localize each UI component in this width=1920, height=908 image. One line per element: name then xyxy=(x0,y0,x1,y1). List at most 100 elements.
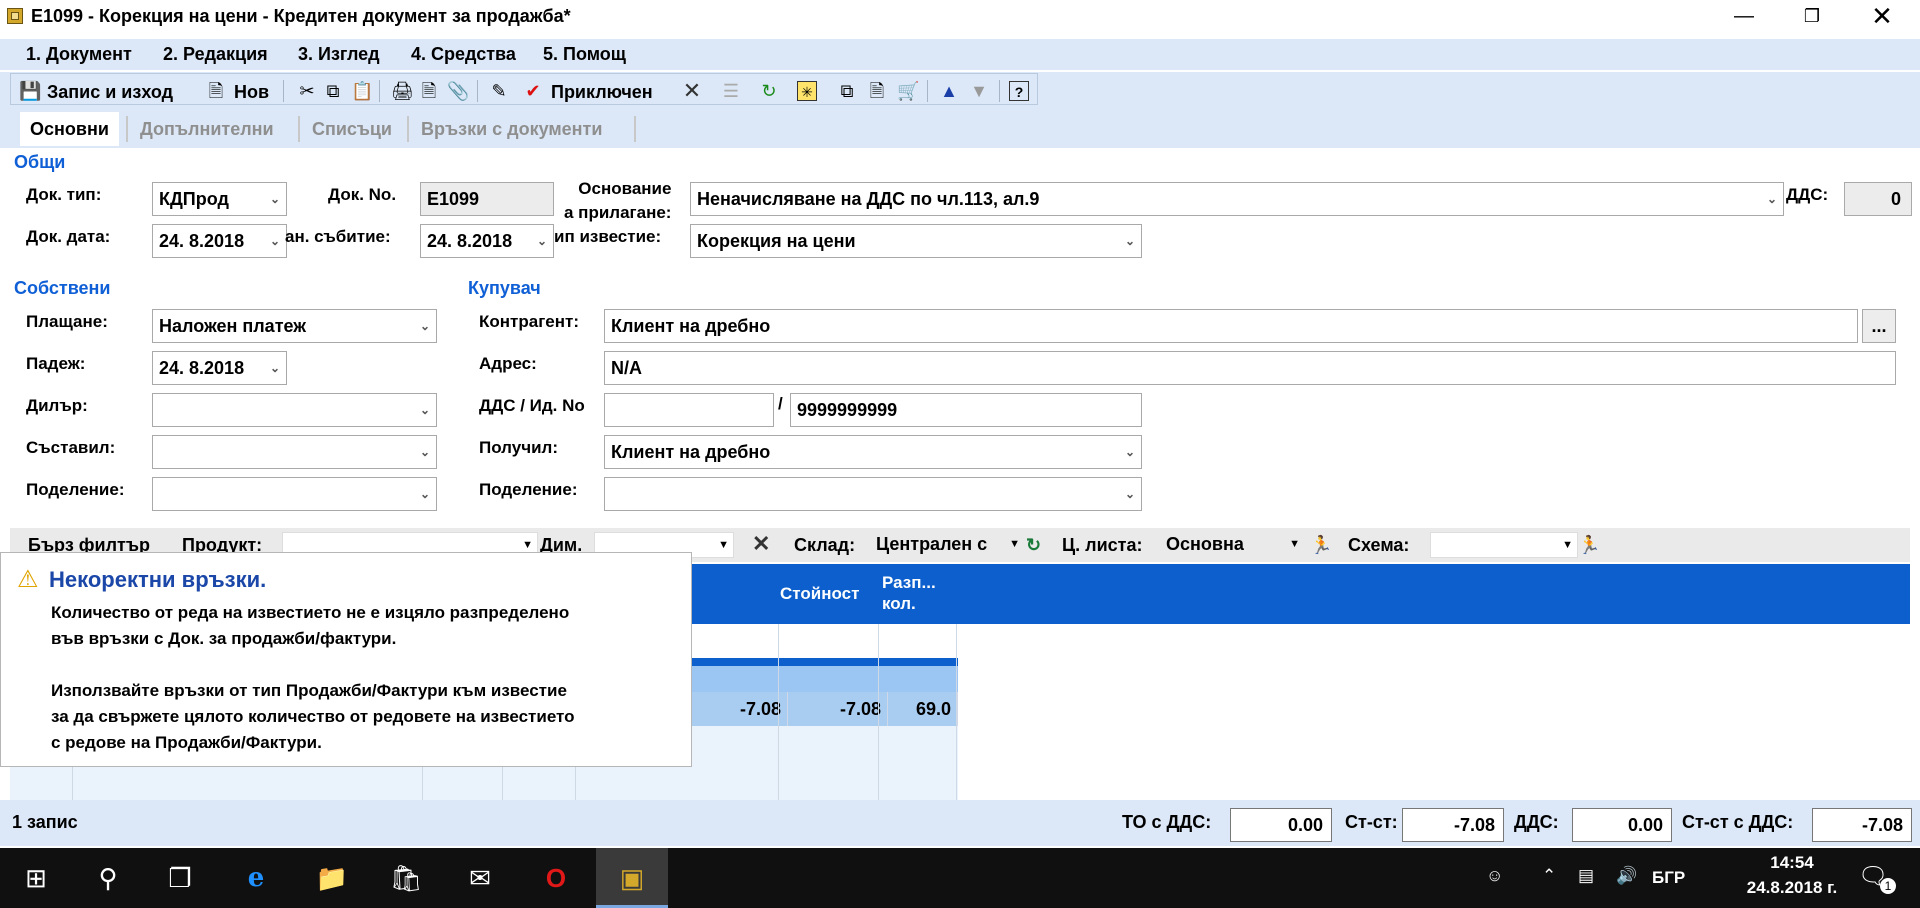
doc-no-field[interactable]: E1099 xyxy=(420,182,554,216)
id-no-value: 9999999999 xyxy=(797,400,898,420)
arrow-up-icon[interactable]: ▲ xyxy=(939,81,959,101)
input-language[interactable]: БГР xyxy=(1652,868,1685,888)
received-label: Получил: xyxy=(479,438,558,457)
warning-icon: ⚠ xyxy=(17,566,39,593)
clock-date[interactable]: 24.8.2018 г. xyxy=(1712,878,1872,898)
chevron-down-icon: ⌄ xyxy=(1124,487,1135,501)
search-icon[interactable]: ⚲ xyxy=(72,848,144,908)
due-date-label: Падеж: xyxy=(26,354,86,373)
print-preview-icon[interactable]: 🗎 xyxy=(419,81,439,101)
tab-lists[interactable]: Списъци xyxy=(302,112,402,146)
caret-down-icon: ▼ xyxy=(1009,538,1020,550)
show-hidden-icons-icon[interactable]: ⌃ xyxy=(1542,866,1556,886)
table-row[interactable]: -7.08 -7.08 69.0 xyxy=(692,692,958,726)
star-icon[interactable]: ✳ xyxy=(797,81,817,101)
menu-tools[interactable]: 4. Средства xyxy=(411,44,516,65)
id-no-field[interactable]: 9999999999 xyxy=(790,393,1142,427)
notice-type-select[interactable]: Корекция на цени ⌄ xyxy=(690,224,1142,258)
print-icon[interactable]: 🖨 xyxy=(391,81,414,101)
cost-value: -7.08 xyxy=(1402,808,1504,842)
basis-select[interactable]: Неначисляване на ДДС по чл.113, ал.9 ⌄ xyxy=(690,182,1784,216)
counterparty-field[interactable]: Клиент на дребно xyxy=(604,309,1858,343)
doc-date-value: 24. 8.2018 xyxy=(159,231,245,251)
cut-icon[interactable]: ✂ xyxy=(297,81,317,101)
task-view-icon[interactable]: ❐ xyxy=(144,848,216,908)
app-icon xyxy=(7,8,23,24)
cost-label: Ст-ст: xyxy=(1345,812,1398,832)
tab-additional[interactable]: Допълнителни xyxy=(130,112,284,146)
file-explorer-icon[interactable]: 📁 xyxy=(296,848,368,908)
chevron-down-icon: ⌄ xyxy=(1124,234,1135,248)
warning-popup: ⚠ Некоректни връзки. Количество от реда … xyxy=(0,552,692,767)
close-icon[interactable]: ✕ xyxy=(1853,0,1911,34)
own-division-select[interactable]: ⌄ xyxy=(152,477,437,511)
counterparty-browse-button[interactable]: ... xyxy=(1862,309,1896,343)
finished-button[interactable]: Приключен xyxy=(551,82,653,103)
clear-filter-icon[interactable]: ✕ xyxy=(752,531,770,557)
store-icon[interactable]: 🛍 xyxy=(370,848,442,908)
scheme-runner-icon[interactable]: 🏃 xyxy=(1578,535,1600,556)
volume-icon[interactable]: 🔊 xyxy=(1616,866,1637,886)
dist-qty-header-line1: Разп... xyxy=(882,573,936,592)
column-dist-qty-header[interactable]: Разп... кол. xyxy=(882,572,936,632)
menu-help[interactable]: 5. Помощ xyxy=(543,44,626,65)
dealer-select[interactable]: ⌄ xyxy=(152,393,437,427)
warehouse-filter[interactable]: Централен с ▼ xyxy=(872,532,1024,558)
status-bar: 1 запис ТО с ДДС: 0.00 Ст-ст: -7.08 ДДС:… xyxy=(0,800,1920,846)
mail-icon[interactable]: ✉ xyxy=(444,848,516,908)
refresh-icon[interactable]: ↻ xyxy=(759,81,779,101)
refresh-icon[interactable]: ↻ xyxy=(1026,535,1041,556)
save-exit-button[interactable]: Запис и изход xyxy=(47,82,173,103)
basis-value: Неначисляване на ДДС по чл.113, ал.9 xyxy=(697,189,1040,209)
tab-main[interactable]: Основни xyxy=(20,112,119,146)
erp-app-taskbar-icon[interactable]: ▣ xyxy=(596,848,668,908)
author-select[interactable]: ⌄ xyxy=(152,435,437,469)
buyer-division-select[interactable]: ⌄ xyxy=(604,477,1142,511)
scheme-filter[interactable]: ▼ xyxy=(1430,532,1578,558)
help-icon[interactable]: ? xyxy=(1009,81,1029,101)
section-buyer: Купувач xyxy=(468,278,541,298)
doc-date-label: Док. дата: xyxy=(26,227,111,246)
list-icon[interactable]: ☰ xyxy=(721,81,741,101)
toolbar-group: 💾 Запис и изход 🗎 Нов ✂ ⧉ 📋 🖨 🗎 📎 ✎ ✔ Пр… xyxy=(10,73,1038,105)
event-date-picker[interactable]: 24. 8.2018 ⌄ xyxy=(420,224,554,258)
vat-field[interactable]: 0 xyxy=(1844,182,1912,216)
pricelist-filter[interactable]: Основна ▼ xyxy=(1162,532,1304,558)
edge-browser-icon[interactable]: e xyxy=(220,848,292,908)
tab-document-links[interactable]: Връзки с документи xyxy=(411,112,612,146)
tab-separator xyxy=(126,116,128,142)
cart-icon[interactable]: 🛒 xyxy=(897,81,919,101)
address-field[interactable]: N/A xyxy=(604,351,1896,385)
notice-type-value: Корекция на цени xyxy=(697,231,856,251)
people-icon[interactable]: ☺ xyxy=(1486,866,1503,886)
copy-document-icon[interactable]: ⧉ xyxy=(837,81,857,101)
document-icon[interactable]: 🗎 xyxy=(867,81,887,101)
copy-icon[interactable]: ⧉ xyxy=(323,81,343,101)
clock-time[interactable]: 14:54 xyxy=(1742,853,1842,873)
menu-view[interactable]: 3. Изглед xyxy=(298,44,380,65)
status-vat-label: ДДС: xyxy=(1514,812,1559,832)
delete-icon[interactable]: ✕ xyxy=(682,80,702,102)
opera-browser-icon[interactable]: O xyxy=(520,848,592,908)
pricelist-runner-icon[interactable]: 🏃 xyxy=(1310,535,1332,556)
windows-start-icon[interactable]: ⊞ xyxy=(0,848,72,908)
due-date-picker[interactable]: 24. 8.2018 ⌄ xyxy=(152,351,287,385)
network-icon[interactable]: ▤ xyxy=(1578,866,1594,886)
arrow-down-icon[interactable]: ▼ xyxy=(969,81,989,101)
minimize-icon[interactable]: — xyxy=(1715,0,1773,34)
doc-date-picker[interactable]: 24. 8.2018 ⌄ xyxy=(152,224,287,258)
attach-icon[interactable]: 📎 xyxy=(447,81,469,101)
restore-icon[interactable]: ❐ xyxy=(1783,0,1841,34)
doc-type-select[interactable]: КДПрод ⌄ xyxy=(152,182,287,216)
received-select[interactable]: Клиент на дребно ⌄ xyxy=(604,435,1142,469)
to-vat-label: ТО с ДДС: xyxy=(1122,812,1212,832)
tab-bar xyxy=(0,108,1920,148)
paste-icon[interactable]: 📋 xyxy=(351,81,373,101)
vat-no-field[interactable] xyxy=(604,393,774,427)
grid-empty-area xyxy=(958,624,1910,800)
payment-select[interactable]: Наложен платеж ⌄ xyxy=(152,309,437,343)
new-button[interactable]: Нов xyxy=(234,82,269,103)
menu-document[interactable]: 1. Документ xyxy=(26,44,132,65)
edit-note-icon[interactable]: ✎ xyxy=(489,81,509,101)
menu-edit[interactable]: 2. Редакция xyxy=(163,44,268,65)
